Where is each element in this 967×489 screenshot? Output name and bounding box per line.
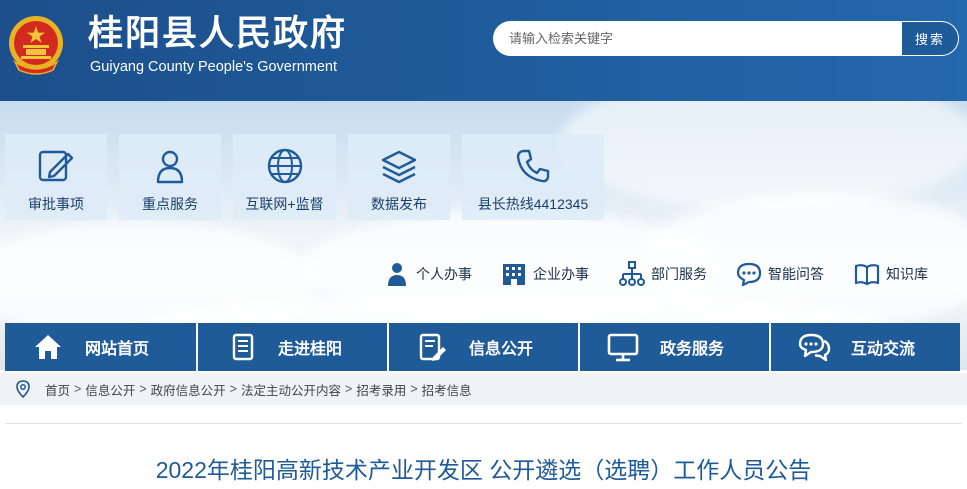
breadcrumb-gov-info[interactable]: 政府信息公开 xyxy=(151,380,226,399)
monitor-icon xyxy=(607,333,639,362)
quick-link-label: 知识库 xyxy=(886,266,928,282)
nav-item-label: 走进桂阳 xyxy=(278,339,343,358)
tile-hotline[interactable]: 县长热线4412345 xyxy=(462,134,604,220)
tile-approval[interactable]: 审批事项 xyxy=(5,134,107,220)
person-icon xyxy=(388,263,406,286)
quick-link-label: 智能问答 xyxy=(768,266,824,282)
breadcrumb-recruitment[interactable]: 招考录用 xyxy=(356,380,406,399)
nav-item-label: 政务服务 xyxy=(660,339,725,358)
tile-label: 审批事项 xyxy=(28,196,84,212)
site-title: 桂阳县人民政府 xyxy=(88,13,348,54)
quick-link-label: 个人办事 xyxy=(416,266,472,282)
user-icon xyxy=(156,150,184,184)
tile-label: 县长热线4412345 xyxy=(477,196,589,212)
book-icon xyxy=(854,264,880,286)
quick-link-personal[interactable]: 个人办事 xyxy=(384,259,472,289)
nav-item-info-disclosure[interactable]: 信息公开 xyxy=(389,323,578,371)
quick-link-smart-qa[interactable]: 智能问答 xyxy=(736,259,824,289)
article-title: 2022年桂阳高新技术产业开发区 公开遴选（选聘）工作人员公告 xyxy=(155,457,812,483)
phone-icon xyxy=(516,149,550,183)
divider xyxy=(5,423,962,424)
globe-icon xyxy=(267,148,302,184)
breadcrumb: 首页 > 信息公开 > 政府信息公开 > 法定主动公开内容 > 招考录用 > 招… xyxy=(0,373,967,405)
nav-item-label: 网站首页 xyxy=(85,339,150,358)
file-edit-icon xyxy=(419,333,446,361)
breadcrumb-separator: > xyxy=(139,382,147,396)
breadcrumb-recruitment-info[interactable]: 招考信息 xyxy=(422,380,472,399)
chat-bubbles-icon xyxy=(798,333,831,362)
nav-item-about[interactable]: 走进桂阳 xyxy=(198,323,387,371)
breadcrumb-separator: > xyxy=(74,382,82,396)
nav-item-gov-services[interactable]: 政务服务 xyxy=(580,323,769,371)
home-icon xyxy=(35,335,61,359)
tile-data-release[interactable]: 数据发布 xyxy=(348,134,450,220)
quick-link-department[interactable]: 部门服务 xyxy=(619,259,707,289)
tile-label: 互联网+监督 xyxy=(245,196,324,212)
search-button[interactable]: 搜索 xyxy=(902,21,959,56)
breadcrumb-info-disclosure[interactable]: 信息公开 xyxy=(85,380,135,399)
quick-link-label: 企业办事 xyxy=(533,266,589,282)
nav-item-label: 信息公开 xyxy=(469,339,534,358)
nav-item-interaction[interactable]: 互动交流 xyxy=(771,323,960,371)
nav-item-home[interactable]: 网站首页 xyxy=(5,323,196,371)
building-icon xyxy=(503,264,525,285)
edit-icon xyxy=(38,150,74,182)
tile-internet-supervision[interactable]: 互联网+监督 xyxy=(233,134,336,220)
nav-item-label: 互动交流 xyxy=(851,339,916,358)
layers-icon xyxy=(381,150,417,184)
breadcrumb-separator: > xyxy=(345,382,353,396)
tile-key-services[interactable]: 重点服务 xyxy=(119,134,221,220)
quick-link-label: 部门服务 xyxy=(651,266,707,282)
document-icon xyxy=(232,333,254,361)
quick-link-enterprise[interactable]: 企业办事 xyxy=(501,259,589,289)
org-chart-icon xyxy=(619,261,645,286)
breadcrumb-separator: > xyxy=(410,382,418,396)
site-subtitle: Guiyang County People's Government xyxy=(90,59,337,75)
tile-label: 重点服务 xyxy=(142,196,198,212)
search-input[interactable] xyxy=(493,21,903,56)
breadcrumb-separator: > xyxy=(229,382,237,396)
tile-label: 数据发布 xyxy=(371,196,427,212)
national-emblem-icon[interactable] xyxy=(7,14,65,76)
chat-icon xyxy=(736,262,762,287)
main-nav: 网站首页 走进桂阳 信息公开 政务服务 互动交流 xyxy=(0,323,967,371)
quick-link-knowledge-base[interactable]: 知识库 xyxy=(854,259,928,289)
breadcrumb-home[interactable]: 首页 xyxy=(45,380,70,399)
breadcrumb-statutory-content[interactable]: 法定主动公开内容 xyxy=(241,380,341,399)
location-pin-icon xyxy=(16,380,30,398)
site-header: 桂阳县人民政府 Guiyang County People's Governme… xyxy=(0,0,967,101)
